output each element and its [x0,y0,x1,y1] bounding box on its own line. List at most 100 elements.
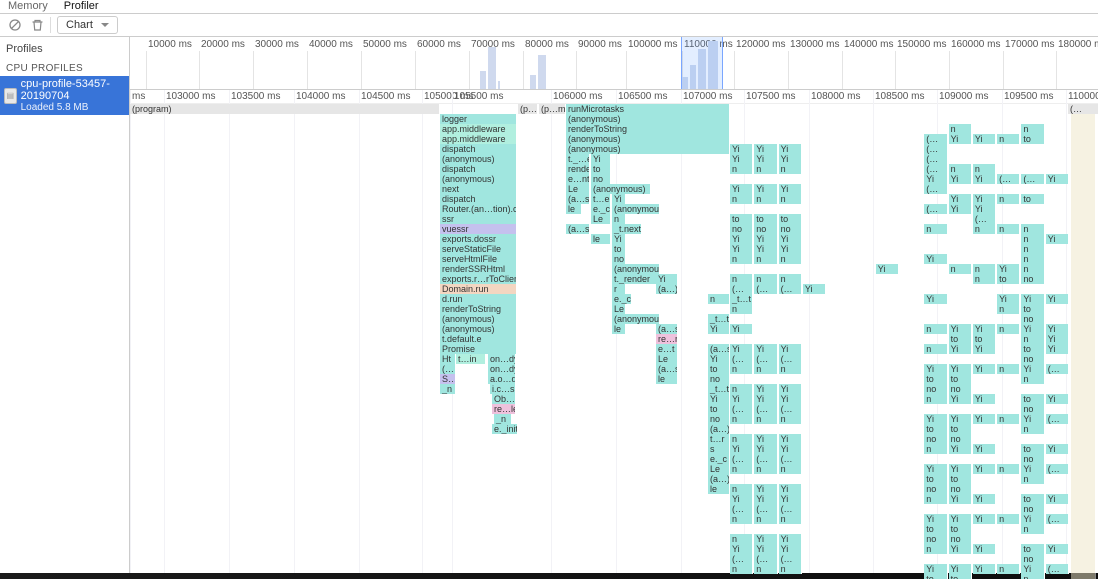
flame-frame[interactable]: (… [730,284,753,294]
flame-frame[interactable] [1071,524,1096,534]
flame-frame[interactable]: n [730,164,753,174]
flame-frame[interactable]: d.run [440,294,517,304]
flame-frame[interactable]: Yi [730,324,753,334]
flame-frame[interactable]: n [924,394,947,404]
flame-frame[interactable]: Yi [924,364,947,374]
flame-frame[interactable]: Yi [779,494,802,504]
flame-frame[interactable]: (anonymous) [566,144,730,154]
flame-frame[interactable] [1071,324,1096,334]
flame-frame[interactable]: _n [440,384,456,394]
flame-frame[interactable]: Yi [949,514,972,524]
flame-frame[interactable]: Yi [779,154,802,164]
flame-frame[interactable]: le [591,234,611,244]
flame-frame[interactable] [1071,274,1096,284]
flame-frame[interactable]: no [612,254,626,264]
flame-frame[interactable]: to [949,474,972,484]
flame-frame[interactable]: Yi [973,194,996,204]
flame-frame[interactable]: (a…s) [656,364,678,374]
flame-frame[interactable] [1071,264,1096,274]
flame-frame[interactable]: Yi [949,564,972,574]
flame-frame[interactable]: n [997,324,1020,334]
flame-frame[interactable]: n [924,544,947,554]
flame-frame[interactable]: n [730,414,753,424]
flame-frame[interactable]: n [997,194,1020,204]
flame-frame[interactable]: n [973,224,996,234]
flame-frame[interactable]: Yi [754,534,777,544]
flame-frame[interactable]: re…le [492,404,516,414]
flame-frame[interactable]: Yi [924,464,947,474]
flame-frame[interactable]: (anonymous) [612,264,660,274]
flame-frame[interactable]: n [754,414,777,424]
flame-frame[interactable]: vuessr [440,224,517,234]
flame-frame[interactable] [1071,254,1096,264]
flame-frame[interactable]: Yi [949,464,972,474]
flame-frame[interactable]: n [1021,424,1044,434]
flame-frame[interactable]: Yi [779,444,802,454]
flame-frame[interactable]: Yi [924,414,947,424]
flame-frame[interactable]: Yi [1046,444,1069,454]
flame-frame[interactable]: Yi [973,544,996,554]
flame-frame[interactable]: (a…s) [566,194,590,204]
flame-frame[interactable]: Yi [924,294,947,304]
flame-frame[interactable]: logger [440,114,517,124]
flame-frame[interactable]: Yi [1021,564,1044,574]
flame-frame[interactable]: no [754,224,777,234]
flame-frame[interactable]: no [949,434,972,444]
flame-frame[interactable]: (anonymous) [612,204,660,214]
flame-frame[interactable]: no [591,174,611,184]
flame-frame[interactable]: (… [1068,104,1098,114]
flame-frame[interactable]: Yi [779,244,802,254]
flame-frame[interactable]: t.default.e [440,334,517,344]
flame-frame[interactable]: n [924,444,947,454]
flame-frame[interactable] [1071,124,1096,134]
overview-timeline[interactable]: 10000 ms20000 ms30000 ms40000 ms50000 ms… [130,37,1098,90]
flame-frame[interactable]: n [730,304,753,314]
flame-frame[interactable]: to [708,364,730,374]
flame-frame[interactable]: to [997,274,1020,284]
flame-frame[interactable]: Yi [997,294,1020,304]
flame-frame[interactable]: n [924,344,947,354]
flame-frame[interactable]: re…r [656,334,678,344]
flame-frame[interactable]: n [730,364,753,374]
flame-frame[interactable]: Yi [949,174,972,184]
flame-frame[interactable]: (… [924,144,947,154]
flame-frame[interactable]: to [1021,344,1044,354]
flame-frame[interactable]: (… [924,204,947,214]
flame-frame[interactable]: Yi [876,264,899,274]
flame-frame[interactable]: Le [591,214,611,224]
flame-frame[interactable]: Ob…s [492,394,516,404]
flame-frame[interactable]: n [997,134,1020,144]
flame-frame[interactable]: n [754,564,777,574]
flame-frame[interactable]: to [949,524,972,534]
flame-frame[interactable]: (… [440,364,456,374]
flame-frame[interactable]: Yi [949,204,972,214]
flame-frame[interactable] [1071,514,1096,524]
flame-frame[interactable]: (… [1046,514,1069,524]
flame-frame[interactable] [1071,204,1096,214]
flame-frame[interactable]: no [924,484,947,494]
flame-frame[interactable]: (… [779,354,802,364]
flame-frame[interactable]: n [924,224,947,234]
flame-frame[interactable]: (… [754,404,777,414]
flame-frame[interactable]: (anonymous) [612,314,660,324]
flame-frame[interactable]: Yi [730,344,753,354]
flame-frame[interactable]: e._c [708,454,730,464]
flame-frame[interactable]: le [656,374,678,384]
flame-frame[interactable]: (a…s) [656,324,678,334]
flame-frame[interactable]: Le [708,464,730,474]
flame-frame[interactable]: Yi [924,514,947,524]
flame-frame[interactable]: Yi [779,544,802,554]
flame-frame[interactable]: Router.(an…tion).call [440,204,517,214]
flame-frame[interactable] [1071,434,1096,444]
flame-frame[interactable]: n [612,214,626,224]
flame-frame[interactable]: Yi [1046,234,1069,244]
flame-frame[interactable]: Yi [1021,364,1044,374]
flame-frame[interactable]: _t.next [612,224,642,234]
flame-frame[interactable] [1071,554,1096,564]
flame-frame[interactable]: (… [754,454,777,464]
flame-frame[interactable]: n [779,464,802,474]
flame-frame[interactable]: app.middleware [440,124,517,134]
flame-frame[interactable]: Yi [754,384,777,394]
flame-frame[interactable]: to [973,334,996,344]
flame-frame[interactable]: exports.dossr [440,234,517,244]
